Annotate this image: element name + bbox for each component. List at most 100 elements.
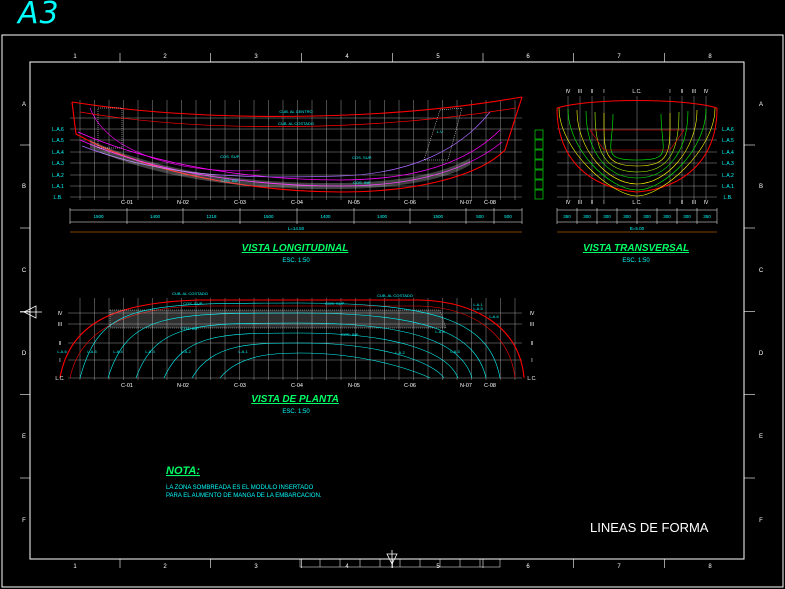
scale-box [534, 169, 544, 180]
longitudinal-scale: ESC. 1:50 [282, 258, 310, 264]
dim-value: 1400 [377, 214, 388, 219]
zone-row-left: A [22, 102, 26, 108]
plan-waterline [191, 342, 445, 379]
dim-value: 1500 [263, 214, 274, 219]
buttock-label-bottom: III [578, 200, 582, 206]
waterline-label: L.B. [724, 195, 733, 201]
buttock-label-right: II [531, 341, 534, 347]
buttock-label-top: III [692, 89, 696, 95]
waterline-label: L.A.1 [238, 349, 248, 354]
buttock-label-left: II [59, 341, 62, 347]
station-label: C-04 [291, 200, 303, 206]
buttock-label-bottom: II [591, 200, 594, 206]
buttock-label-bottom: L.C. [632, 200, 641, 206]
zone-column-bottom: 1 [73, 564, 77, 570]
annotation: COS. INF. [353, 180, 371, 185]
plan-waterline [219, 352, 431, 379]
zone-column-top: 4 [345, 54, 349, 60]
waterline-label: L.A.2 [395, 350, 405, 355]
plan-view: IV IVIII IIIII III IL.C. L.C.C-01 N-02 C-03 C-04… [55, 291, 536, 389]
dim-value: 350 [703, 214, 711, 219]
buttock-label-left: III [58, 322, 62, 328]
inserted-module-bottom [90, 140, 470, 190]
waterline-label: L.A.6 [52, 127, 64, 133]
station-label: N-02 [177, 200, 189, 206]
waterline-label: L.A.1 [52, 184, 64, 190]
buttock-label-top: L.C. [632, 89, 641, 95]
zone-column-top: 3 [254, 54, 258, 60]
annotation: COS. SUP. [220, 154, 240, 159]
buttock-label-top: II [591, 89, 594, 95]
buttock-label-left: IV [58, 311, 63, 317]
plan-title: VISTA DE PLANTA [251, 394, 339, 405]
longitudinal-title: VISTA LONGITUDINAL [242, 243, 349, 254]
zone-row-left: D [22, 351, 27, 357]
plan-scale: ESC. 1:50 [282, 409, 310, 415]
buttock-label-top: III [578, 89, 582, 95]
buttock-label-bottom: III [692, 200, 696, 206]
waterline-label: L.A.5 [87, 349, 97, 354]
annotation: CUB. AL CENTRO [279, 109, 312, 114]
zone-column-bottom: 3 [254, 564, 258, 570]
zone-row-right: F [759, 518, 763, 524]
dim-value: 500 [504, 214, 512, 219]
station-label: C-06 [404, 200, 416, 206]
waterline-label: L.A.4 [435, 329, 445, 334]
annotation: COS. SUP. [183, 301, 203, 306]
annotation: CUB. AL COSTADO [377, 293, 413, 298]
dim-value: 500 [476, 214, 484, 219]
station-label: C-03 [234, 200, 246, 206]
station-label: C-03 [234, 383, 246, 389]
waterline-label: L.A.3 [450, 349, 460, 354]
annotation: COS. INF. [221, 178, 239, 183]
zone-row-right: A [759, 102, 763, 108]
note-line-2: PARA EL AUMENTO DE MANGA DE LA EMBARCACI… [166, 493, 322, 499]
scale-box [534, 129, 544, 140]
zone-column-top: 5 [436, 54, 440, 60]
dim-value: 1400 [320, 214, 331, 219]
buttock-label-top: I [603, 89, 604, 95]
waterline-label: L.A.2 [52, 173, 64, 179]
zone-row-left: F [22, 518, 26, 524]
waterline-label: L.A.6 [57, 349, 67, 354]
dim-value: 1500 [433, 214, 444, 219]
buttock-label-bottom: IV [566, 200, 571, 206]
waterline-label: L.A.6 [722, 127, 734, 133]
scale-box [534, 179, 544, 190]
buttock-label-bottom: II [681, 200, 684, 206]
waterline-label: L.A.3 [722, 161, 734, 167]
station-label: C-06 [404, 383, 416, 389]
waterline-label: L.A.5 [52, 138, 64, 144]
zone-column-bottom: 7 [617, 564, 621, 570]
center-mark-left-icon [20, 305, 42, 319]
zone-row-right: E [759, 434, 763, 440]
annotation: COS. INF. [341, 332, 359, 337]
buttock-label-right: IV [530, 311, 535, 317]
station-label: C-08 [484, 383, 496, 389]
buttock-label-left: L.C. [55, 376, 64, 382]
waterline-label: L.A.1 [473, 302, 483, 307]
buttock-label-top: I [669, 89, 670, 95]
buttock-label-left: I [59, 358, 60, 364]
zone-column-top: 2 [163, 54, 167, 60]
dim-value: 300 [623, 214, 631, 219]
zone-column-top: 7 [617, 54, 621, 60]
waterline-label: L.B. [54, 195, 63, 201]
annotation: COS. SUP. [325, 301, 345, 306]
zone-row-left: C [22, 268, 27, 274]
buttock-label-right: III [530, 322, 534, 328]
dim-value: 300 [643, 214, 651, 219]
station-label: N-02 [177, 383, 189, 389]
zone-row-right: B [759, 184, 763, 190]
waterline-label: L.A.3 [145, 349, 155, 354]
buttock-label-bottom: I [669, 200, 670, 206]
scale-box [534, 159, 544, 170]
annotation: L.V. [437, 129, 444, 134]
dim-value: 300 [683, 214, 691, 219]
scale-box [534, 189, 544, 200]
transversal-view: 350 300 300 300 300 300 300 350B=5.00 IV III II I L… [556, 89, 734, 233]
buttock-label-right: L.C. [527, 376, 536, 382]
buttock-label-right: I [531, 358, 532, 364]
station-label: N-07 [460, 200, 472, 206]
annotation: CUB. AL COSTADO [172, 291, 208, 296]
